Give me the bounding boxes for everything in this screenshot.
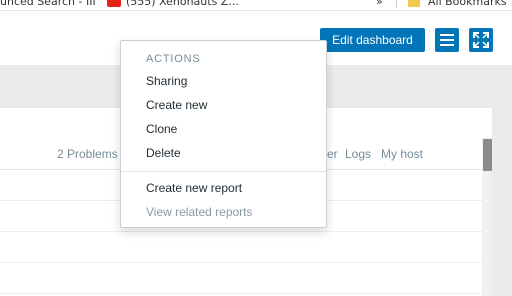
menu-item-sharing[interactable]: Sharing [146, 74, 187, 88]
menu-divider [121, 171, 326, 172]
table-row [0, 262, 492, 263]
edit-dashboard-button[interactable]: Edit dashboard [320, 28, 425, 52]
menu-item-view-related-reports[interactable]: View related reports [146, 205, 253, 219]
fullscreen-icon [473, 32, 489, 48]
bookmarks-divider [396, 0, 397, 8]
dashboard-actions-menu-button[interactable] [435, 28, 459, 52]
bookmark-item[interactable]: (555) Xenonauts Z... [126, 0, 239, 8]
bookmark-item[interactable]: unced Search - III [0, 0, 96, 8]
menu-item-create-new-report[interactable]: Create new report [146, 181, 242, 195]
more-bookmarks-button[interactable]: » [376, 0, 383, 8]
youtube-icon [107, 0, 121, 7]
fullscreen-button[interactable] [469, 28, 493, 52]
menu-item-create-new[interactable]: Create new [146, 98, 207, 112]
column-header-partial[interactable]: er [327, 147, 338, 161]
bookmarks-bar: unced Search - III (555) Xenonauts Z... … [0, 0, 512, 11]
table-row [0, 293, 492, 294]
all-bookmarks-link[interactable]: All Bookmarks [428, 0, 507, 8]
hamburger-menu-icon-bar [440, 44, 454, 46]
table-row [0, 231, 492, 232]
hamburger-menu-icon-bar [440, 39, 454, 41]
actions-dropdown-menu: ACTIONS Sharing Create new Clone Delete … [120, 40, 327, 228]
column-header-problems[interactable]: 2 Problems [57, 147, 118, 161]
menu-item-clone[interactable]: Clone [146, 122, 177, 136]
scrollbar-thumb[interactable] [483, 139, 492, 171]
column-header-logs[interactable]: Logs [345, 147, 371, 161]
menu-item-delete[interactable]: Delete [146, 146, 181, 160]
actions-section-title: ACTIONS [146, 53, 201, 65]
column-header-my-host[interactable]: My host [381, 147, 423, 161]
hamburger-menu-icon [440, 34, 454, 36]
folder-icon [408, 0, 420, 7]
